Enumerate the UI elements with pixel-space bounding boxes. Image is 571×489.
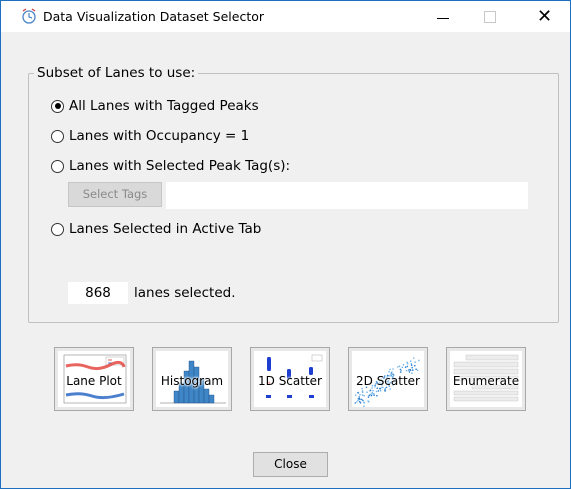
select-tags-button[interactable]: Select Tags [68, 182, 162, 207]
1d-scatter-label: 1D Scatter [258, 374, 322, 388]
radio-label: Lanes Selected in Active Tab [69, 221, 262, 237]
lane-plot-label: Lane Plot [66, 374, 122, 388]
subset-legend: Subset of Lanes to use: [34, 65, 199, 81]
radio-selected-active-tab[interactable]: Lanes Selected in Active Tab [51, 221, 261, 237]
lane-plot-button[interactable]: Lane Plot [54, 347, 134, 411]
close-icon: ✕ [537, 6, 553, 27]
close-button[interactable]: Close [253, 452, 328, 477]
lane-count-label: lanes selected. [134, 285, 236, 301]
maximize-button[interactable] [466, 1, 512, 32]
enumerate-button[interactable]: Enumerate [446, 347, 526, 411]
radio-all-tagged-peaks[interactable]: All Lanes with Tagged Peaks [51, 98, 259, 114]
histogram-button[interactable]: Histogram [152, 347, 232, 411]
radio-occupancy-one[interactable]: Lanes with Occupancy = 1 [51, 128, 249, 144]
radio-button[interactable] [51, 99, 64, 113]
radio-button[interactable] [51, 129, 64, 143]
dialog-window: Data Visualization Dataset Selector ✕ Su… [0, 0, 571, 489]
radio-label: Lanes with Selected Peak Tag(s): [69, 158, 291, 174]
title-bar[interactable]: Data Visualization Dataset Selector ✕ [1, 1, 570, 32]
window-title: Data Visualization Dataset Selector [43, 9, 265, 24]
window-close-button[interactable]: ✕ [522, 1, 568, 32]
2d-scatter-label: 2D Scatter [356, 374, 420, 388]
lane-count-value: 868 [68, 282, 128, 304]
app-icon [20, 7, 38, 25]
radio-label: All Lanes with Tagged Peaks [69, 98, 259, 114]
radio-button[interactable] [51, 222, 64, 236]
minimize-button[interactable] [420, 1, 466, 32]
radio-label: Lanes with Occupancy = 1 [69, 128, 250, 144]
2d-scatter-button[interactable]: 2D Scatter [348, 347, 428, 411]
radio-selected-peak-tags[interactable]: Lanes with Selected Peak Tag(s): [51, 158, 290, 174]
1d-scatter-button[interactable]: 1D Scatter [250, 347, 330, 411]
radio-button[interactable] [51, 159, 64, 173]
histogram-label: Histogram [160, 374, 224, 388]
selected-tags-field[interactable] [166, 182, 528, 209]
enumerate-label: Enumerate [452, 374, 520, 388]
